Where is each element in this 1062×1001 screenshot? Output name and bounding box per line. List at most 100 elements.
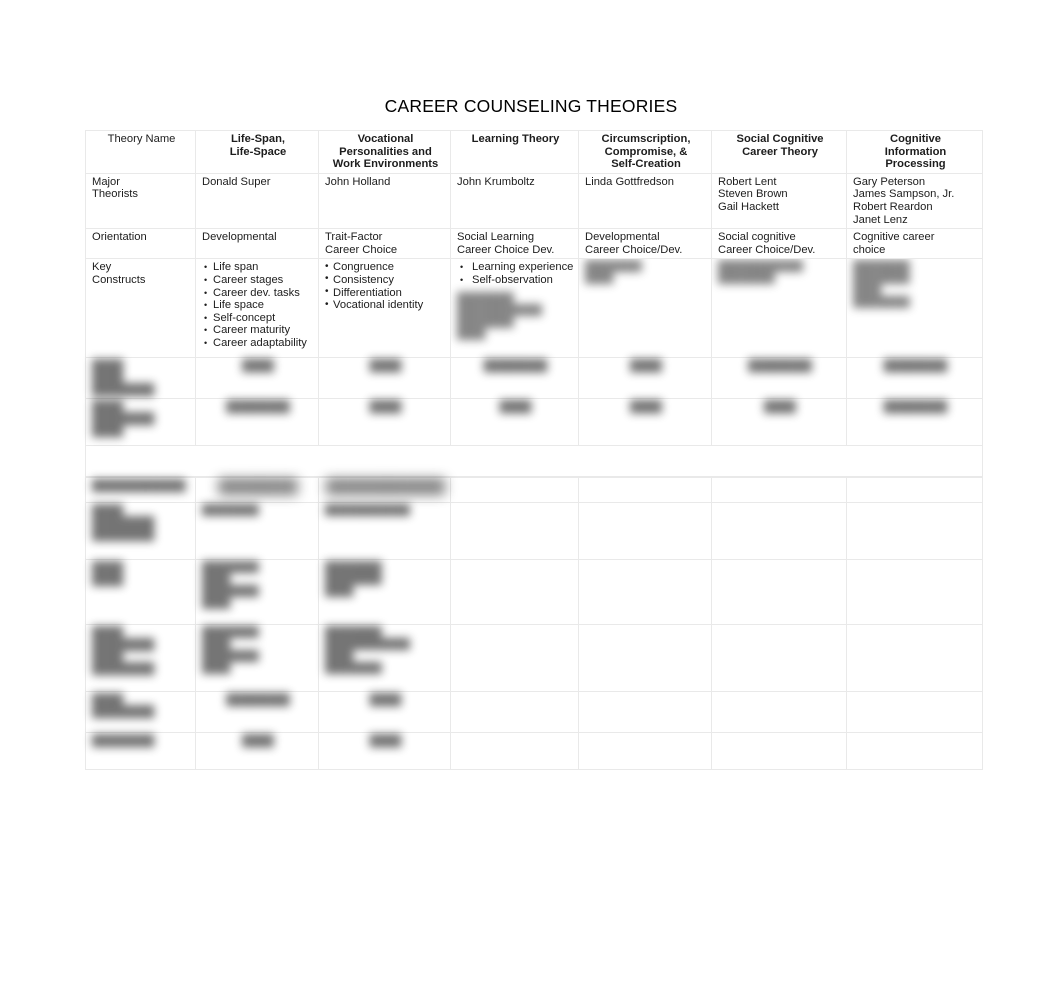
document-page: CAREER COUNSELING THEORIES Theory Name L…	[0, 0, 1062, 1001]
row-label-redacted: ████ ████████	[85, 690, 196, 733]
cell-empty	[711, 476, 847, 503]
cell-empty	[846, 501, 983, 560]
cell-redacted: ████	[318, 397, 451, 446]
cell-redacted: ████	[318, 690, 451, 733]
header-line: Vocational	[357, 133, 414, 145]
cell-redacted: ████	[578, 356, 712, 399]
header-line: Work Environments	[332, 158, 439, 171]
cell-redacted: ████████	[711, 356, 847, 399]
cell-theorists-cip: Gary Peterson James Sampson, Jr. Robert …	[846, 172, 983, 230]
cell-empty	[711, 623, 847, 692]
cell-redacted: ████████ ████ ████████ ████	[195, 558, 319, 625]
cell-empty	[711, 501, 847, 560]
cell-line: Trait-Factor	[325, 231, 383, 244]
cell-theorists-learning: John Krumboltz	[450, 172, 579, 230]
cell-empty	[846, 690, 983, 733]
cell-constructs-social-cognitive: ████████████ ████████	[711, 258, 847, 358]
redacted-block: ████████████ ████████	[718, 261, 804, 285]
header-line: Life-Space	[229, 145, 287, 158]
row-label-redacted: ████████	[85, 731, 196, 770]
cell-empty	[450, 623, 579, 692]
cell-theorists-circumscription: Linda Gottfredson	[578, 172, 712, 230]
row-label-redacted: ████ ████████ ████	[85, 397, 196, 446]
cell-redacted: ████████ ████████ ████	[318, 558, 451, 625]
table-row-orientation: Orientation Developmental Trait-Factor C…	[85, 228, 983, 260]
cell-empty	[711, 558, 847, 625]
cell-empty	[846, 623, 983, 692]
cell-redacted: ████████████	[318, 476, 451, 503]
table-row-key-constructs: Key Constructs Life span Career stages C…	[85, 258, 983, 358]
header-social-cognitive-career-theory: Social Cognitive Career Theory	[711, 130, 847, 174]
cell-empty	[578, 501, 712, 560]
row-label-line: Constructs	[92, 273, 146, 286]
header-line: Information	[884, 145, 947, 158]
cell-redacted: ████████	[195, 501, 319, 560]
list-item: Self-observation	[457, 274, 574, 287]
cell-redacted: ████████	[450, 356, 579, 399]
header-line: Cognitive	[890, 133, 941, 145]
constructs-list-learning: Learning experience Self-observation	[457, 261, 574, 286]
header-circumscription-compromise: Circumscription, Compromise, & Self-Crea…	[578, 130, 712, 174]
header-line: Self-Creation	[611, 158, 681, 171]
header-line: Social Cognitive	[736, 133, 824, 145]
constructs-list-vocational: Congruence Consistency Differentiation V…	[325, 261, 446, 311]
cell-line: Donald Super	[202, 175, 271, 188]
cell-theorists-life-span: Donald Super	[195, 172, 319, 230]
cell-theorists-vocational: John Holland	[318, 172, 451, 230]
row-label-redacted: ████ ████████ ████ ████████	[85, 623, 196, 692]
header-line: Life-Span,	[230, 133, 286, 145]
table-row-redacted-b: ████ ████████ ████ ████████ ████ ████ ██	[85, 397, 983, 446]
list-item: Congruence	[325, 261, 446, 274]
row-label-line: Key	[92, 261, 112, 274]
cell-constructs-vocational: Congruence Consistency Differentiation V…	[318, 258, 451, 358]
list-item: Differentiation	[325, 286, 446, 300]
cell-empty	[578, 623, 712, 692]
cell-line: John Holland	[325, 175, 391, 188]
cell-line: Gary Peterson	[853, 175, 926, 188]
redacted-block	[92, 287, 191, 345]
cell-orientation-life-span: Developmental	[195, 228, 319, 260]
constructs-list-life-span: Life span Career stages Career dev. task…	[202, 261, 314, 349]
cell-redacted: ████████	[195, 397, 319, 446]
row-label-redacted: ████████████	[85, 476, 196, 503]
cell-redacted: ████	[195, 731, 319, 770]
list-item: Career adaptability	[202, 337, 314, 350]
cell-empty	[846, 558, 983, 625]
cell-orientation-circumscription: Developmental Career Choice/Dev.	[578, 228, 712, 260]
cell-empty	[450, 731, 579, 770]
cell-redacted: ████	[318, 356, 451, 399]
header-cognitive-information-processing: Cognitive Information Processing	[846, 130, 983, 174]
table-row-redacted-d: ████ ████ ████████ ████ ████████ ████ ██…	[85, 558, 983, 625]
table-row-redacted-f: ████ ████████ ████████ ████	[85, 690, 983, 733]
row-label-orientation: Orientation	[85, 228, 196, 260]
cell-line: Developmental	[202, 231, 277, 244]
cell-empty	[711, 690, 847, 733]
list-item: Career dev. tasks	[202, 287, 314, 300]
table-row-major-theorists: Major Theorists Donald Super John Hollan…	[85, 172, 983, 230]
cell-line: John Krumboltz	[457, 175, 535, 188]
list-item: Life span	[202, 261, 314, 274]
cell-orientation-vocational: Trait-Factor Career Choice	[318, 228, 451, 260]
theories-table-section-1: Theory Name Life-Span, Life-Space Vocati…	[85, 130, 983, 477]
cell-orientation-cip: Cognitive career choice	[846, 228, 983, 260]
table-row-redacted-g: ████████ ████ ████	[85, 731, 983, 770]
cell-line: Robert Lent	[718, 175, 777, 188]
cell-empty	[450, 558, 579, 625]
row-label-key-constructs: Key Constructs	[85, 258, 196, 358]
cell-empty	[846, 476, 983, 503]
table-row-redacted-a: ████ ████ ████████ ████ ████ ████████ ██	[85, 356, 983, 399]
cell-redacted: ████████	[846, 397, 983, 446]
cell-line: Career Choice/Dev.	[718, 243, 816, 256]
header-line: Circumscription,	[601, 133, 691, 145]
row-label-major-theorists: Major Theorists	[85, 172, 196, 230]
cell-line: Janet Lenz	[853, 213, 908, 226]
cell-redacted: ████████ ████ ████████ ████	[195, 623, 319, 692]
cell-empty	[578, 558, 712, 625]
header-line: Processing	[885, 158, 946, 171]
cell-empty	[578, 690, 712, 733]
header-line: Compromise, &	[604, 145, 688, 158]
cell-line: Linda Gottfredson	[585, 175, 674, 188]
header-life-span-life-space: Life-Span, Life-Space	[195, 130, 319, 174]
cell-constructs-cip: ████████ ████████ ████ ████████	[846, 258, 983, 358]
table-row-redacted-c: ████ ████████ ████████ ████████ ████████…	[85, 501, 983, 560]
